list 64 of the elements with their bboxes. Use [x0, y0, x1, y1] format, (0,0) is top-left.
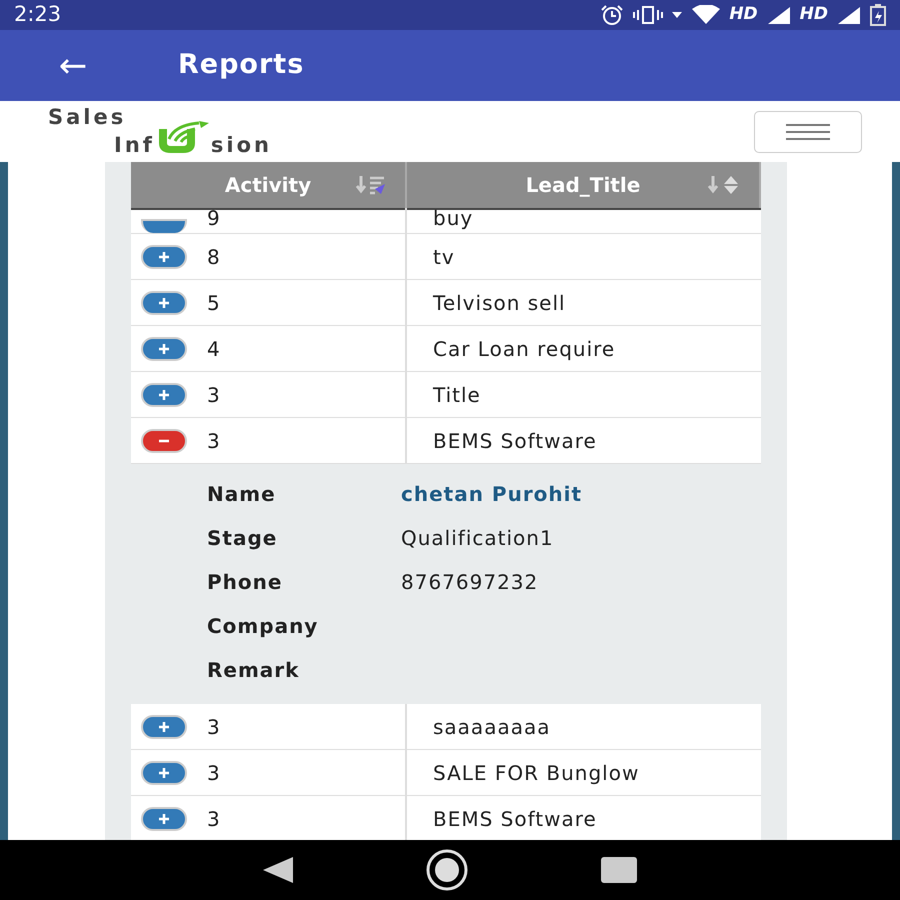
- field-label: Stage: [207, 525, 278, 552]
- field-label: Phone: [207, 569, 284, 596]
- wifi-icon: [691, 5, 722, 25]
- expand-row-button[interactable]: [141, 382, 187, 406]
- column-header[interactable]: Activity: [131, 162, 407, 208]
- plus-icon: [158, 296, 170, 308]
- clock-time: 2:23: [14, 1, 62, 28]
- plus-icon: [158, 766, 170, 778]
- recents-nav-button[interactable]: [599, 855, 639, 885]
- table-cell-text: saaaaaaaa: [433, 714, 550, 740]
- alarm-icon: [599, 4, 626, 26]
- table-cell-text: 3: [207, 382, 221, 408]
- back-button[interactable]: ←: [48, 48, 98, 82]
- expand-row-button[interactable]: [141, 290, 187, 314]
- table-cell-text: 4: [207, 336, 221, 362]
- expand-row-button[interactable]: [141, 244, 187, 268]
- column-header[interactable]: Lead_Title: [407, 162, 761, 208]
- expand-row-button[interactable]: [141, 336, 187, 360]
- plus-icon: [158, 250, 170, 262]
- table-cell-text: SALE FOR Bunglow: [433, 760, 640, 786]
- logo-text: Sales: [48, 108, 128, 128]
- screen-title: Reports: [178, 48, 304, 82]
- table-cell-text: BEMS Software: [433, 806, 597, 832]
- plus-icon: [158, 812, 170, 824]
- table-cell-text: tv: [433, 244, 455, 270]
- menu-button[interactable]: [754, 110, 862, 152]
- plus-icon: [158, 342, 170, 354]
- field-label: Company: [207, 613, 320, 640]
- table-cell-text: 3: [207, 806, 221, 832]
- expand-row-button[interactable]: [141, 714, 187, 738]
- collapse-row-button[interactable]: [141, 428, 187, 452]
- table-cell-text: 3: [207, 714, 221, 740]
- table-cell-text: 8: [207, 244, 221, 270]
- field-value: Qualification1: [401, 525, 554, 552]
- plus-icon: [158, 388, 170, 400]
- field-label: Remark: [207, 657, 300, 684]
- table-cell-text: BEMS Software: [433, 428, 597, 454]
- table-cell-text: Telvison sell: [433, 290, 566, 316]
- field-label: Name: [207, 481, 277, 508]
- expand-row-button[interactable]: [141, 760, 187, 784]
- back-nav-button[interactable]: [261, 855, 295, 885]
- table-cell-text: 3: [207, 760, 221, 786]
- table-cell-text: buy: [433, 205, 474, 232]
- logo-text: Inf: [114, 136, 155, 156]
- table-cell-text: 3: [207, 428, 221, 454]
- vibrate-icon: [633, 5, 664, 25]
- field-value: 8767697232: [401, 569, 538, 596]
- expand-row-button[interactable]: [141, 219, 187, 233]
- dropdown-icon: [671, 11, 684, 19]
- contact-link[interactable]: chetan Purohit: [401, 479, 582, 509]
- signal-icon: [766, 5, 792, 25]
- battery-icon: [870, 4, 886, 26]
- home-nav-button[interactable]: [425, 848, 469, 892]
- table-cell-text: Car Loan require: [433, 336, 616, 362]
- table-cell-text: 5: [207, 290, 221, 316]
- table-cell-text: Title: [433, 382, 481, 408]
- logo-text: sion: [210, 136, 272, 156]
- network-type-label: HD: [729, 3, 758, 26]
- signal-icon: [836, 5, 862, 25]
- network-type-label: HD: [800, 3, 828, 26]
- expand-row-button[interactable]: [141, 806, 187, 830]
- table-cell-text: 9: [207, 205, 221, 232]
- menu-icon: [786, 122, 830, 140]
- plus-icon: [158, 720, 170, 732]
